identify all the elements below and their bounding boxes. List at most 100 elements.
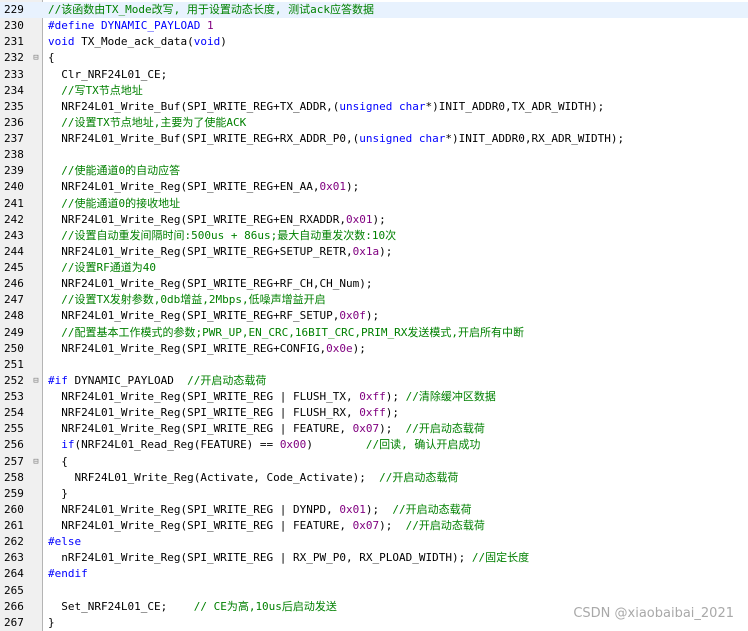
code-line[interactable]: 245 //设置RF通道为40: [0, 260, 748, 276]
code-line[interactable]: 243 //设置自动重发间隔时间:500us + 86us;最大自动重发次数:1…: [0, 228, 748, 244]
code-line[interactable]: 240 NRF24L01_Write_Reg(SPI_WRITE_REG+EN_…: [0, 179, 748, 195]
code-token: 0x0f: [339, 309, 366, 323]
code-token: );: [385, 390, 406, 403]
code-token: NRF24L01_Write_Reg(SPI_WRITE_REG+EN_AA,: [48, 180, 320, 194]
code-line[interactable]: 242 NRF24L01_Write_Reg(SPI_WRITE_REG+EN_…: [0, 212, 748, 228]
code-token: );: [365, 502, 393, 516]
code-token: //开启动态载荷: [379, 470, 459, 484]
code-line[interactable]: 261 NRF24L01_Write_Reg(SPI_WRITE_REG | F…: [0, 518, 748, 534]
code-token: //写TX节点地址: [48, 83, 143, 97]
code-line[interactable]: 231 void TX_Mode_ack_data(void): [0, 34, 748, 50]
code-line[interactable]: 244 NRF24L01_Write_Reg(SPI_WRITE_REG+SET…: [0, 244, 748, 260]
code-text: if(NRF24L01_Read_Reg(FEATURE) == 0x00) /…: [48, 437, 480, 453]
code-text: #if DYNAMIC_PAYLOAD //开启动态载荷: [48, 373, 266, 389]
line-number: 248: [4, 309, 24, 323]
fold-toggle-icon[interactable]: ⊟: [31, 50, 41, 66]
code-text: NRF24L01_Write_Reg(SPI_WRITE_REG+SETUP_R…: [48, 244, 392, 260]
code-text: //配置基本工作模式的参数;PWR_UP,EN_CRC,16BIT_CRC,PR…: [48, 325, 524, 341]
code-line[interactable]: 263 nRF24L01_Write_Reg(SPI_WRITE_REG | R…: [0, 550, 748, 566]
line-number: 254: [4, 406, 24, 420]
code-text: NRF24L01_Write_Reg(Activate, Code_Activa…: [48, 470, 458, 486]
line-number: 233: [4, 67, 24, 81]
code-token: unsigned char: [359, 132, 446, 145]
code-token: NRF24L01_Write_Reg(SPI_WRITE_REG | FLUSH…: [48, 406, 360, 420]
code-editor[interactable]: 229//该函数由TX_Mode改写, 用于设置动态长度, 测试ack应答数据 2…: [0, 0, 748, 631]
code-line[interactable]: 255 NRF24L01_Write_Reg(SPI_WRITE_REG | F…: [0, 421, 748, 437]
code-line[interactable]: 254 NRF24L01_Write_Reg(SPI_WRITE_REG | F…: [0, 405, 748, 421]
code-line[interactable]: 246 NRF24L01_Write_Reg(SPI_WRITE_REG+RF_…: [0, 276, 748, 292]
code-token: NRF24L01_Write_Reg(SPI_WRITE_REG | FLUSH…: [48, 390, 360, 403]
code-line[interactable]: 239 //使能通道0的自动应答: [0, 163, 748, 179]
line-number: 243: [4, 228, 24, 242]
code-text: NRF24L01_Write_Buf(SPI_WRITE_REG+TX_ADDR…: [48, 99, 604, 115]
line-number: 240: [4, 180, 24, 194]
code-line[interactable]: 232 ⊟ {: [0, 50, 748, 66]
code-token: );: [352, 341, 366, 355]
code-line[interactable]: 252 ⊟ #if DYNAMIC_PAYLOAD //开启动态载荷: [0, 373, 748, 389]
code-line[interactable]: 230 #define DYNAMIC_PAYLOAD 1: [0, 18, 748, 34]
line-number: 236: [4, 115, 24, 129]
code-line[interactable]: 258 NRF24L01_Write_Reg(Activate, Code_Ac…: [0, 470, 748, 486]
code-line[interactable]: 260 NRF24L01_Write_Reg(SPI_WRITE_REG | D…: [0, 502, 748, 518]
code-line[interactable]: 256 if(NRF24L01_Read_Reg(FEATURE) == 0x0…: [0, 437, 748, 453]
code-token: 0x00: [279, 438, 307, 452]
code-line[interactable]: 250 NRF24L01_Write_Reg(SPI_WRITE_REG+CON…: [0, 341, 748, 357]
code-line[interactable]: 236 //设置TX节点地址,主要为了使能ACK: [0, 115, 748, 131]
fold-toggle-icon[interactable]: ⊟: [31, 454, 41, 470]
code-text: #else: [48, 534, 81, 550]
code-line[interactable]: 259 }: [0, 486, 748, 502]
code-text: }: [48, 615, 55, 631]
code-token: NRF24L01_Write_Reg(SPI_WRITE_REG+RF_SETU…: [48, 309, 340, 323]
code-token: {: [48, 51, 55, 65]
code-text: void TX_Mode_ack_data(void): [48, 34, 227, 50]
code-text: Clr_NRF24L01_CE;: [48, 67, 167, 83]
code-line[interactable]: 249 //配置基本工作模式的参数;PWR_UP,EN_CRC,16BIT_CR…: [0, 325, 748, 341]
code-token: );: [379, 519, 406, 532]
code-line[interactable]: 265: [0, 583, 748, 599]
line-number: 230: [4, 19, 24, 33]
code-token: 0x07: [352, 519, 380, 532]
line-number: 231: [4, 35, 24, 49]
code-token: //开启动态载荷: [187, 373, 267, 387]
code-text: {: [48, 454, 68, 470]
code-line[interactable]: 248 NRF24L01_Write_Reg(SPI_WRITE_REG+RF_…: [0, 308, 748, 324]
line-number: 234: [4, 83, 24, 97]
code-area[interactable]: 229//该函数由TX_Mode改写, 用于设置动态长度, 测试ack应答数据 2…: [0, 2, 748, 631]
code-line[interactable]: 241 //使能通道0的接收地址: [0, 196, 748, 212]
code-text: //使能通道0的自动应答: [48, 163, 180, 179]
code-token: #define DYNAMIC_PAYLOAD: [48, 19, 207, 33]
code-line[interactable]: 233 Clr_NRF24L01_CE;: [0, 67, 748, 83]
line-number: 244: [4, 244, 24, 258]
watermark: CSDN @xiaobaibai_2021: [573, 606, 734, 621]
code-token: 0xff: [359, 390, 386, 403]
code-line[interactable]: 262 #else: [0, 534, 748, 550]
line-number: 259: [4, 486, 24, 500]
fold-toggle-icon[interactable]: ⊟: [31, 373, 41, 389]
line-number: 250: [4, 341, 24, 355]
code-text: NRF24L01_Write_Reg(SPI_WRITE_REG+CONFIG,…: [48, 341, 366, 357]
code-text: //设置RF通道为40: [48, 260, 156, 276]
line-number: 263: [4, 551, 24, 565]
code-token: NRF24L01_Write_Reg(SPI_WRITE_REG | FEATU…: [48, 422, 353, 436]
code-line[interactable]: 264 #endif: [0, 566, 748, 582]
code-token: NRF24L01_Write_Reg(SPI_WRITE_REG+EN_RXAD…: [48, 212, 347, 226]
code-text: {: [48, 50, 55, 66]
code-text: NRF24L01_Write_Buf(SPI_WRITE_REG+RX_ADDR…: [48, 131, 624, 147]
code-line[interactable]: 235 NRF24L01_Write_Buf(SPI_WRITE_REG+TX_…: [0, 99, 748, 115]
code-text: #define DYNAMIC_PAYLOAD 1: [48, 18, 214, 34]
code-text: nRF24L01_Write_Reg(SPI_WRITE_REG | RX_PW…: [48, 550, 529, 566]
code-text: //该函数由TX_Mode改写, 用于设置动态长度, 测试ack应答数据: [48, 2, 374, 18]
code-line[interactable]: 253 NRF24L01_Write_Reg(SPI_WRITE_REG | F…: [0, 389, 748, 405]
code-line[interactable]: 238: [0, 147, 748, 163]
code-token: 0x01: [339, 502, 366, 516]
code-line[interactable]: 237 NRF24L01_Write_Buf(SPI_WRITE_REG+RX_…: [0, 131, 748, 147]
code-line[interactable]: 234 //写TX节点地址: [0, 83, 748, 99]
code-line[interactable]: 257 ⊟ {: [0, 454, 748, 470]
code-line[interactable]: 247 //设置TX发射参数,0db增益,2Mbps,低噪声增益开启: [0, 292, 748, 308]
code-token: //使能通道0的接收地址: [48, 196, 181, 210]
code-token: //开启动态载荷: [405, 519, 485, 532]
code-token: //设置RF通道为40: [48, 261, 156, 274]
code-line[interactable]: 229 //该函数由TX_Mode改写, 用于设置动态长度, 测试ack应答数据: [0, 2, 748, 19]
code-line[interactable]: 251: [0, 357, 748, 373]
